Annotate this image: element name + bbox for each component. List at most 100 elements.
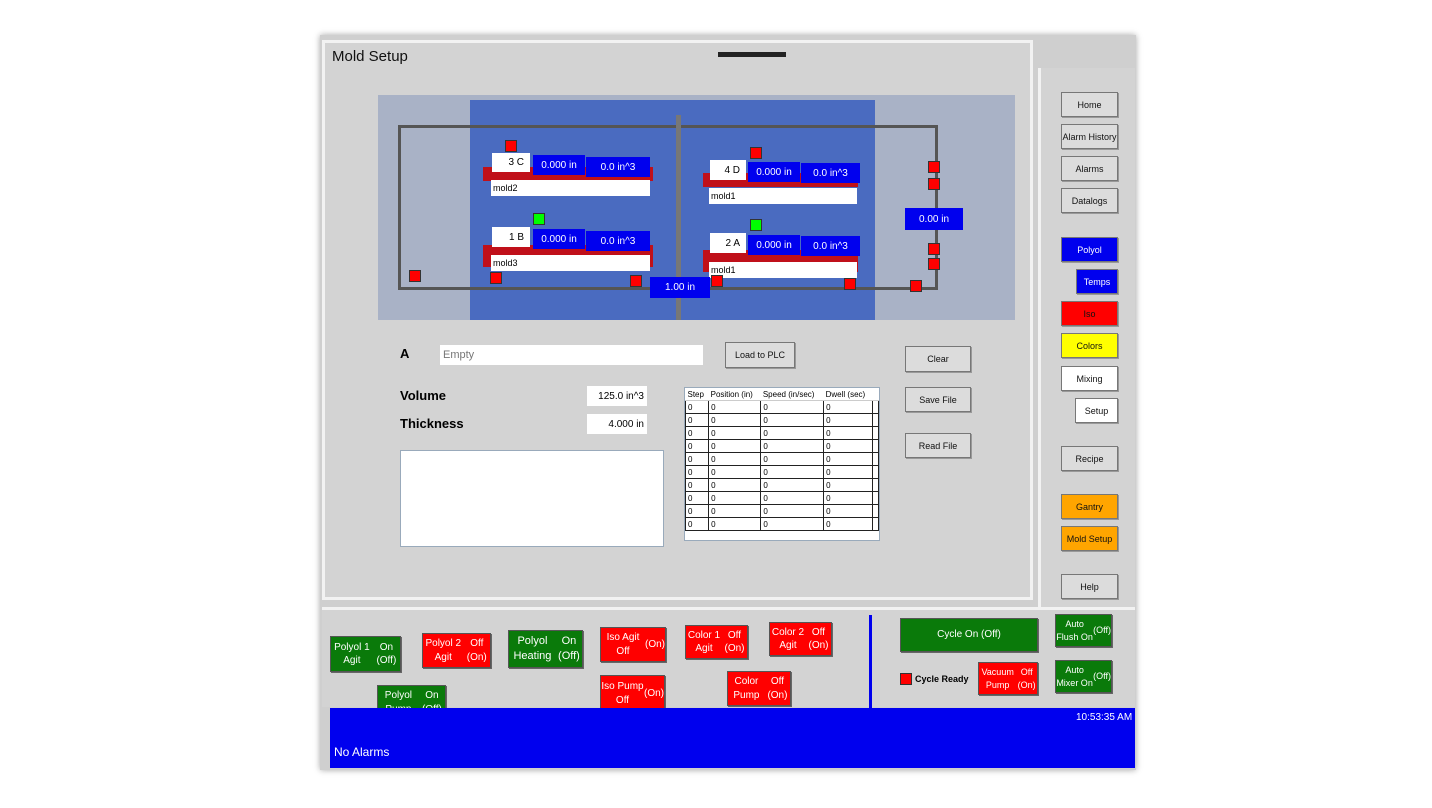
button-line: Polyol Heating: [513, 635, 552, 662]
read-file-button[interactable]: Read File: [905, 433, 971, 458]
table-cell[interactable]: 0: [760, 517, 825, 531]
save-file-button[interactable]: Save File: [905, 387, 971, 412]
table-cell[interactable]: 0: [685, 504, 710, 518]
nav-polyol[interactable]: Polyol: [1061, 237, 1118, 262]
nav-mixing[interactable]: Mixing: [1061, 366, 1118, 391]
mixer-position: 0.00 in: [905, 208, 963, 230]
nav-recipe[interactable]: Recipe: [1061, 446, 1118, 471]
table-cell[interactable]: 0: [823, 478, 874, 492]
table-cell: [872, 517, 879, 531]
steps-table[interactable]: Step Position (in) Speed (in/sec) Dwell (se…: [684, 387, 880, 541]
table-cell[interactable]: 0: [823, 491, 874, 505]
station-mold: mold3: [491, 255, 650, 271]
station-label: 3 C: [492, 153, 530, 172]
table-cell[interactable]: 0: [760, 426, 825, 440]
table-cell[interactable]: 0: [823, 504, 874, 518]
table-row[interactable]: 0000: [685, 400, 879, 414]
table-cell[interactable]: 0: [760, 439, 825, 453]
table-cell[interactable]: 0: [685, 452, 710, 466]
table-cell[interactable]: 0: [685, 478, 710, 492]
table-cell[interactable]: 0: [708, 452, 762, 466]
table-cell[interactable]: 0: [708, 400, 762, 414]
table-cell[interactable]: 0: [823, 452, 874, 466]
table-cell[interactable]: 0: [708, 491, 762, 505]
table-row[interactable]: 0000: [685, 413, 879, 427]
table-cell[interactable]: 0: [760, 452, 825, 466]
station-position: 0.000 in: [533, 155, 585, 175]
table-cell[interactable]: 0: [708, 439, 762, 453]
nav-gantry[interactable]: Gantry: [1061, 494, 1118, 519]
table-cell[interactable]: 0: [685, 465, 710, 479]
thickness-input[interactable]: 4.000 in: [587, 414, 647, 434]
nav-help[interactable]: Help: [1061, 574, 1118, 599]
table-cell[interactable]: 0: [823, 413, 874, 427]
mold-name-input[interactable]: Empty: [440, 345, 703, 365]
nav-colors[interactable]: Colors: [1061, 333, 1118, 358]
table-cell[interactable]: 0: [823, 517, 874, 531]
table-cell[interactable]: 0: [823, 465, 874, 479]
polyol-heating-button[interactable]: Polyol Heating On (Off): [508, 630, 583, 668]
table-cell[interactable]: 0: [685, 413, 710, 427]
nav-mold-setup[interactable]: Mold Setup: [1061, 526, 1118, 551]
nav-setup[interactable]: Setup: [1075, 398, 1118, 423]
table-row[interactable]: 0000: [685, 504, 879, 518]
table-cell[interactable]: 0: [760, 400, 825, 414]
clear-button[interactable]: Clear: [905, 346, 971, 372]
nav-iso[interactable]: Iso: [1061, 301, 1118, 326]
table-cell[interactable]: 0: [760, 478, 825, 492]
table-cell[interactable]: 0: [823, 400, 874, 414]
sensor-indicator-off: [505, 140, 517, 152]
cycle-ready-label: Cycle Ready: [915, 674, 969, 684]
color-pump-button[interactable]: Color Pump Off (On): [727, 671, 791, 706]
table-cell[interactable]: 0: [760, 413, 825, 427]
table-cell[interactable]: 0: [708, 413, 762, 427]
button-line: Auto Mixer On: [1056, 665, 1093, 688]
load-to-plc-button[interactable]: Load to PLC: [725, 342, 795, 368]
auto-mixer-button[interactable]: Auto Mixer On (Off): [1055, 660, 1112, 693]
station-position: 0.000 in: [748, 235, 800, 255]
table-cell[interactable]: 0: [708, 478, 762, 492]
cycle-button[interactable]: Cycle On (Off): [900, 618, 1038, 652]
table-row[interactable]: 0000: [685, 426, 879, 440]
nav-temps[interactable]: Temps: [1076, 269, 1118, 294]
nav-alarm-history[interactable]: Alarm History: [1061, 124, 1118, 149]
button-line: (On): [645, 638, 665, 650]
auto-flush-button[interactable]: Auto Flush On (Off): [1055, 614, 1112, 647]
volume-input[interactable]: 125.0 in^3: [587, 386, 647, 406]
vacuum-pump-button[interactable]: Vacuum Pump Off (On): [978, 662, 1038, 695]
table-cell[interactable]: 0: [685, 426, 710, 440]
iso-agit-button[interactable]: Iso Agit Off (On): [600, 627, 666, 662]
table-cell[interactable]: 0: [823, 426, 874, 440]
table-cell[interactable]: 0: [708, 504, 762, 518]
table-cell: [872, 413, 879, 427]
table-row[interactable]: 0000: [685, 491, 879, 505]
table-cell: [872, 465, 879, 479]
table-cell[interactable]: 0: [760, 465, 825, 479]
nav-alarms[interactable]: Alarms: [1061, 156, 1118, 181]
table-cell[interactable]: 0: [685, 400, 710, 414]
nav-datalogs[interactable]: Datalogs: [1061, 188, 1118, 213]
table-row[interactable]: 0000: [685, 517, 879, 531]
table-cell[interactable]: 0: [685, 439, 710, 453]
table-row[interactable]: 0000: [685, 439, 879, 453]
iso-pump-button[interactable]: Iso Pump Off (On): [600, 675, 665, 712]
volume-label: Volume: [400, 388, 446, 403]
color2-agit-button[interactable]: Color 2 Agit Off (On): [769, 622, 832, 656]
status-bar: [330, 708, 1135, 768]
table-row[interactable]: 0000: [685, 465, 879, 479]
table-cell[interactable]: 0: [685, 517, 710, 531]
color1-agit-button[interactable]: Color 1 Agit Off (On): [685, 625, 748, 659]
table-cell[interactable]: 0: [760, 491, 825, 505]
table-cell[interactable]: 0: [708, 465, 762, 479]
notes-textarea[interactable]: [400, 450, 664, 547]
table-cell[interactable]: 0: [685, 491, 710, 505]
table-cell[interactable]: 0: [708, 517, 762, 531]
nav-home[interactable]: Home: [1061, 92, 1118, 117]
table-cell[interactable]: 0: [823, 439, 874, 453]
table-row[interactable]: 0000: [685, 452, 879, 466]
table-row[interactable]: 0000: [685, 478, 879, 492]
polyol1-agit-button[interactable]: Polyol 1 Agit On (Off): [330, 636, 401, 672]
polyol2-agit-button[interactable]: Polyol 2 Agit Off (On): [422, 633, 491, 668]
table-cell[interactable]: 0: [760, 504, 825, 518]
table-cell[interactable]: 0: [708, 426, 762, 440]
